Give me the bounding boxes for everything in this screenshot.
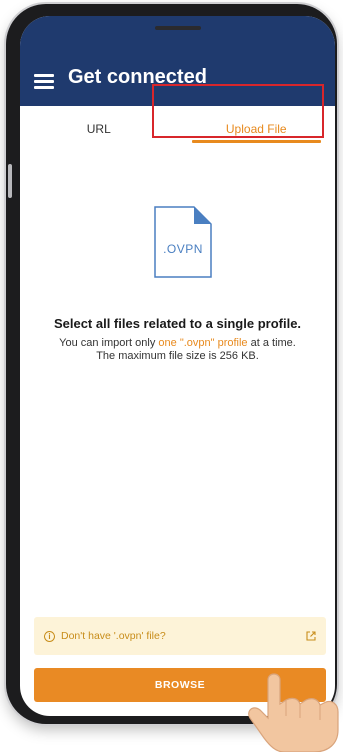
- desc-before: You can import only: [59, 337, 159, 349]
- file-type-label: .OVPN: [163, 242, 203, 256]
- instruction-text: You can import only one ".ovpn" profile …: [30, 337, 325, 363]
- camera-notch: [154, 26, 201, 30]
- info-icon: i: [44, 630, 55, 642]
- phone-screen: Get connected URL Upload File .OVPN Sele…: [20, 16, 335, 716]
- tab-url-label: URL: [86, 122, 111, 136]
- tab-upload-file-label: Upload File: [225, 122, 287, 136]
- app-bar: Get connected: [20, 16, 335, 106]
- side-button-left: [8, 164, 12, 198]
- no-ovpn-file-link[interactable]: i Don't have '.ovpn' file?: [34, 617, 326, 655]
- tab-url[interactable]: URL: [20, 106, 178, 152]
- desc-accent: one ".ovpn" profile: [158, 337, 248, 349]
- phone-frame: Get connected URL Upload File .OVPN Sele…: [6, 4, 337, 724]
- desc-after: at a time.: [247, 337, 296, 349]
- tab-upload-file[interactable]: Upload File: [178, 106, 336, 152]
- tab-bar: URL Upload File: [20, 106, 335, 152]
- instruction-heading: Select all files related to a single pro…: [53, 316, 302, 331]
- info-text: Don't have '.ovpn' file?: [61, 630, 166, 642]
- pointing-hand-icon: [248, 673, 339, 752]
- desc-line2: The maximum file size is 256 KB.: [96, 350, 259, 362]
- active-tab-indicator: [191, 140, 321, 143]
- ovpn-file-icon: .OVPN: [154, 206, 212, 278]
- menu-icon[interactable]: [34, 73, 54, 89]
- page-title: Get connected: [68, 66, 207, 88]
- external-link-icon: [306, 631, 316, 641]
